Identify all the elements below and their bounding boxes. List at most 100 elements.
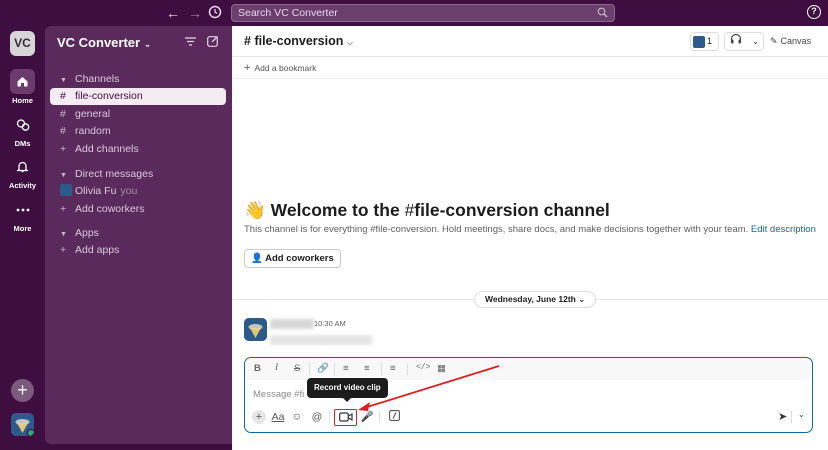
workspace-logo[interactable]: VC bbox=[10, 31, 35, 56]
link-icon[interactable]: 🔗 bbox=[317, 363, 329, 374]
message-timestamp[interactable]: 10:30 AM bbox=[314, 319, 346, 328]
record-video-tooltip: Record video clip bbox=[307, 378, 388, 402]
filter-icon[interactable] bbox=[185, 35, 196, 49]
add-coworkers-sidebar-button[interactable]: + Add coworkers bbox=[50, 201, 226, 218]
more-icon bbox=[10, 197, 35, 222]
send-icon[interactable]: ➤ bbox=[778, 410, 787, 423]
emoji-icon[interactable]: ☺ bbox=[290, 410, 304, 425]
hash-icon: # bbox=[60, 90, 66, 102]
message-avatar[interactable] bbox=[244, 318, 267, 341]
search-placeholder: Search VC Converter bbox=[238, 7, 338, 19]
rail-home[interactable]: Home bbox=[0, 69, 45, 105]
clock-icon[interactable] bbox=[206, 4, 224, 22]
home-icon bbox=[10, 69, 35, 94]
arrow-left-icon[interactable]: ← bbox=[164, 4, 182, 22]
caret-down-icon: ▼ bbox=[60, 172, 67, 179]
chevron-down-icon[interactable]: ⌄ bbox=[798, 410, 805, 419]
bold-icon[interactable]: B bbox=[254, 363, 261, 374]
blockquote-icon[interactable]: ≡ bbox=[390, 363, 396, 374]
italic-icon[interactable]: I bbox=[275, 363, 278, 373]
record-video-clip-icon[interactable] bbox=[334, 409, 357, 426]
channels-section-header[interactable]: ▼ Channels bbox=[50, 71, 226, 88]
format-toggle-icon[interactable]: Aa bbox=[271, 410, 285, 425]
channel-name: file-conversion bbox=[254, 34, 344, 48]
avatar[interactable] bbox=[11, 413, 34, 436]
welcome-title: 👋 Welcome to the #file-conversion channe… bbox=[244, 200, 610, 220]
date-divider[interactable]: Wednesday, June 12th ⌄ bbox=[474, 291, 597, 308]
add-bookmark-button[interactable]: + Add a bookmark bbox=[232, 57, 828, 79]
workspace-name: VC Converter bbox=[57, 35, 141, 50]
huddle-button[interactable]: ⌄ bbox=[724, 32, 764, 51]
attach-plus-icon[interactable]: + bbox=[252, 410, 266, 424]
channel-title-button[interactable]: # file-conversion ⌵ bbox=[244, 34, 353, 48]
hash-icon: # bbox=[60, 108, 66, 120]
member-count: 1 bbox=[707, 36, 713, 46]
ordered-list-icon[interactable]: ≡ bbox=[343, 363, 349, 374]
microphone-icon[interactable]: 🎤 bbox=[360, 410, 374, 425]
code-icon[interactable]: </> bbox=[416, 363, 430, 372]
bullet-list-icon[interactable]: ≡ bbox=[364, 363, 370, 374]
top-bar: ← → Search VC Converter ? bbox=[0, 0, 828, 26]
apps-section-header[interactable]: ▼ Apps bbox=[50, 225, 226, 242]
formatting-toolbar: B I S 🔗 ≡ ≡ ≡ </> ▦ bbox=[245, 358, 811, 380]
slash-commands-icon[interactable] bbox=[387, 410, 401, 425]
avatar bbox=[693, 36, 705, 48]
canvas-icon: ✎ bbox=[770, 36, 778, 46]
bell-icon bbox=[10, 154, 35, 179]
arrow-right-icon[interactable]: → bbox=[186, 4, 204, 22]
workspace-name-button[interactable]: VC Converter ⌄ bbox=[57, 35, 151, 50]
plus-icon: + bbox=[60, 244, 67, 256]
canvas-button[interactable]: ✎ Canvas bbox=[770, 32, 824, 51]
chevron-down-icon: ⌄ bbox=[143, 39, 152, 49]
plus-icon: + bbox=[244, 62, 251, 74]
search-input[interactable]: Search VC Converter bbox=[231, 4, 615, 22]
add-apps-button[interactable]: + Add apps bbox=[50, 242, 226, 259]
chevron-down-icon: ⌄ bbox=[752, 37, 759, 46]
rail-more[interactable]: More bbox=[0, 197, 45, 233]
add-coworkers-button[interactable]: 👤 Add coworkers bbox=[244, 249, 341, 268]
channel-header: # file-conversion ⌵ 1 ⌄ ✎ Canvas bbox=[232, 26, 828, 57]
code-block-icon[interactable]: ▦ bbox=[437, 363, 446, 374]
compose-icon[interactable] bbox=[207, 35, 219, 50]
members-button[interactable]: 1 bbox=[690, 32, 719, 51]
chevron-down-icon: ⌄ bbox=[578, 294, 586, 304]
chevron-down-icon: ⌵ bbox=[346, 38, 353, 47]
add-channels-button[interactable]: + Add channels bbox=[50, 141, 226, 158]
bottom-strip bbox=[232, 444, 828, 450]
sidebar: VC Converter ⌄ ▼ Channels # file-conversio… bbox=[45, 26, 232, 444]
add-workspace-button[interactable]: + bbox=[11, 379, 34, 402]
rail-dms[interactable]: DMs bbox=[0, 112, 45, 148]
search-icon bbox=[597, 7, 608, 23]
sidebar-item-general[interactable]: # general bbox=[50, 106, 226, 123]
headphones-icon bbox=[730, 33, 742, 44]
person-add-icon: 👤 bbox=[251, 253, 263, 264]
sidebar-item-dm-self[interactable]: Olivia Fu you bbox=[50, 183, 226, 200]
online-status-dot bbox=[27, 429, 34, 436]
dms-icon bbox=[10, 112, 35, 137]
message-author-blurred bbox=[270, 319, 314, 329]
workspace-rail: VC Home DMs Activity More + bbox=[0, 26, 45, 450]
hash-icon: # bbox=[60, 125, 66, 137]
strikethrough-icon[interactable]: S bbox=[294, 363, 300, 374]
message-input[interactable]: Message #fi bbox=[253, 389, 304, 400]
rail-home-label: Home bbox=[12, 96, 33, 105]
help-icon[interactable]: ? bbox=[807, 5, 821, 19]
message-text-blurred bbox=[270, 335, 372, 345]
rail-activity-label: Activity bbox=[8, 181, 37, 190]
sidebar-item-file-conversion[interactable]: # file-conversion bbox=[50, 88, 226, 105]
rail-dms-label: DMs bbox=[14, 139, 31, 148]
caret-down-icon: ▼ bbox=[60, 77, 67, 84]
dm-section-header[interactable]: ▼ Direct messages bbox=[50, 166, 226, 183]
channel-pane: # file-conversion ⌵ 1 ⌄ ✎ Canvas + Add a b… bbox=[232, 26, 828, 450]
sidebar-item-random[interactable]: # random bbox=[50, 123, 226, 140]
avatar bbox=[60, 184, 72, 196]
rail-more-label: More bbox=[13, 224, 32, 233]
wave-emoji: 👋 bbox=[244, 200, 266, 220]
caret-down-icon: ▼ bbox=[60, 231, 67, 238]
welcome-description: This channel is for everything #file-con… bbox=[244, 224, 816, 235]
plus-icon: + bbox=[60, 203, 67, 215]
edit-description-link[interactable]: Edit description bbox=[751, 224, 816, 235]
mention-icon[interactable]: @ bbox=[310, 410, 324, 425]
plus-icon: + bbox=[60, 143, 67, 155]
rail-activity[interactable]: Activity bbox=[0, 154, 45, 190]
